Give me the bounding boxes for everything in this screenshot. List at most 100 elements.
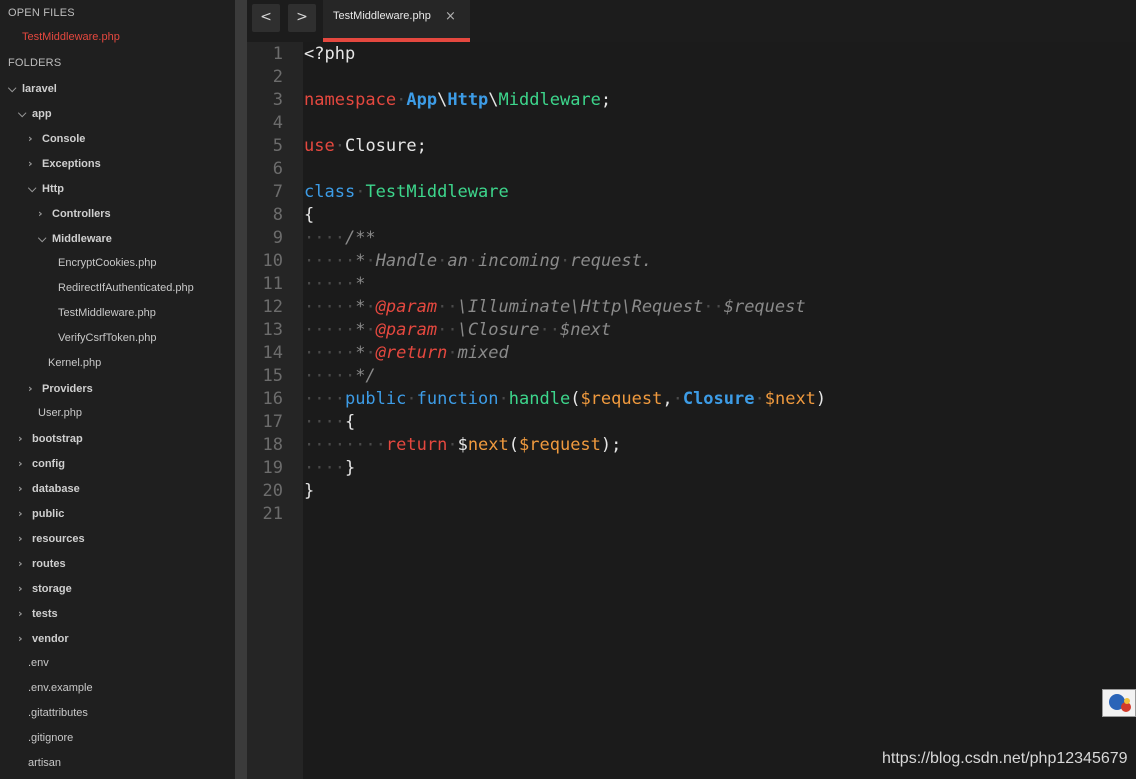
folders-heading: FOLDERS <box>8 57 62 69</box>
open-file-item[interactable]: TestMiddleware.php <box>22 25 120 50</box>
tree-item-label: .gitignore <box>28 732 74 744</box>
line-number: 6 <box>272 159 283 179</box>
folder-item-middleware[interactable]: ⌵ Middleware <box>38 226 112 251</box>
folder-item-http[interactable]: ⌵ Http <box>28 176 64 201</box>
code-line[interactable]: ·····*·Handle·an·incoming·request. <box>304 250 652 273</box>
code-token: <?php <box>304 44 356 64</box>
file-item-encryptcookies-php[interactable]: EncryptCookies.php <box>48 251 156 276</box>
file-item-redirectifauthenticated-php[interactable]: RedirectIfAuthenticated.php <box>48 276 194 301</box>
file-item-kernel-php[interactable]: Kernel.php <box>38 351 101 376</box>
folder-item-config[interactable]: › config <box>18 451 65 476</box>
folder-item-public[interactable]: › public <box>18 501 64 526</box>
code-token: · <box>334 136 345 156</box>
folder-item-tests[interactable]: › tests <box>18 601 58 626</box>
code-token: function <box>416 389 499 409</box>
back-button[interactable]: < <box>252 4 280 32</box>
code-token: · <box>406 389 417 409</box>
code-token: incoming <box>478 251 560 271</box>
code-token: \Closure <box>457 320 540 340</box>
folder-item-bootstrap[interactable]: › bootstrap <box>18 426 83 451</box>
code-line[interactable]: ····} <box>304 457 355 480</box>
code-line[interactable]: ····public·function·handle($request,·Clo… <box>304 388 826 411</box>
folder-item-resources[interactable]: › resources <box>18 526 85 551</box>
file-item-verifycsrftoken-php[interactable]: VerifyCsrfToken.php <box>48 326 156 351</box>
code-token: · <box>365 297 376 317</box>
chevron-right-icon: › <box>18 532 23 545</box>
code-token: Closure <box>682 389 755 409</box>
code-line[interactable]: ·····*·@param··\Closure··$next <box>304 319 611 342</box>
code-token: · <box>672 389 683 409</box>
chevron-right-icon: › <box>18 582 23 595</box>
folder-item-routes[interactable]: › routes <box>18 551 66 576</box>
folder-item-storage[interactable]: › storage <box>18 576 72 601</box>
file-item-user-php[interactable]: User.php <box>28 401 82 426</box>
tree-item-label: routes <box>32 558 66 570</box>
line-number: 11 <box>262 274 283 294</box>
watermark-url: https://blog.csdn.net/php12345679 <box>882 750 1128 767</box>
line-number: 13 <box>262 320 283 340</box>
code-line[interactable]: use·Closure; <box>304 135 427 158</box>
file-item-env-example[interactable]: .env.example <box>18 676 93 701</box>
chevron-right-icon: › <box>28 132 33 145</box>
code-token: handle <box>508 389 571 409</box>
code-line[interactable]: ·····*·@return·mixed <box>304 342 509 365</box>
code-token: request. <box>570 251 653 271</box>
file-item-gitattributes[interactable]: .gitattributes <box>18 701 88 726</box>
chevron-down-icon: ⌵ <box>28 182 37 195</box>
tab-label: TestMiddleware.php <box>333 10 431 22</box>
close-icon[interactable]: × <box>445 9 456 24</box>
folder-item-controllers[interactable]: › Controllers <box>38 201 111 226</box>
code-token: Handle <box>375 251 438 271</box>
code-line[interactable]: ····/** <box>304 227 376 250</box>
tab-testmiddleware[interactable]: TestMiddleware.php × <box>323 0 470 42</box>
forward-button[interactable]: > <box>288 4 316 32</box>
folder-item-database[interactable]: › database <box>18 476 80 501</box>
code-editor[interactable]: <?php namespace·App\Http\Middleware; use·C… <box>303 42 1136 779</box>
chevron-right-icon: › <box>18 457 23 470</box>
code-token: · <box>396 90 407 110</box>
folder-item-vendor[interactable]: › vendor <box>18 626 69 651</box>
code-token: mixed <box>457 343 509 363</box>
code-line[interactable]: <?php <box>304 43 355 66</box>
code-token: @return <box>375 343 448 363</box>
code-token: ; <box>600 90 612 110</box>
code-token: ( <box>570 389 581 409</box>
code-token: ·· <box>437 297 458 317</box>
line-number: 17 <box>262 412 283 432</box>
file-item-testmiddleware-php[interactable]: TestMiddleware.php <box>48 301 156 326</box>
code-line[interactable]: ·····*/ <box>304 365 376 388</box>
code-token: · <box>355 182 366 202</box>
code-token: $next <box>764 389 816 409</box>
line-number: 10 <box>262 251 283 271</box>
code-token: ); <box>600 435 622 455</box>
code-line[interactable]: ········return·$next($request); <box>304 434 621 457</box>
file-item-gitignore[interactable]: .gitignore <box>18 726 73 751</box>
code-line[interactable]: namespace·App\Http\Middleware; <box>304 89 611 112</box>
folder-item-app[interactable]: ⌵ app <box>18 101 52 126</box>
file-item-artisan[interactable]: artisan <box>18 751 61 776</box>
folder-item-console[interactable]: › Console <box>28 126 85 151</box>
app-logo-icon <box>1102 689 1136 717</box>
code-line[interactable]: class·TestMiddleware <box>304 181 509 204</box>
code-token: \ <box>488 90 499 110</box>
code-line[interactable]: { <box>304 204 314 227</box>
code-line[interactable]: ·····*·@param··\Illuminate\Http\Request·… <box>304 296 806 319</box>
tree-item-label: VerifyCsrfToken.php <box>58 332 157 344</box>
folder-item-laravel[interactable]: ⌵ laravel <box>8 76 57 101</box>
chevron-right-icon: › <box>18 507 23 520</box>
folder-item-exceptions[interactable]: › Exceptions <box>28 151 101 176</box>
line-number: 8 <box>272 205 283 225</box>
folder-item-providers[interactable]: › Providers <box>28 376 93 401</box>
code-token: ···· <box>304 458 345 478</box>
tree-item-label: RedirectIfAuthenticated.php <box>58 282 194 294</box>
file-item-env[interactable]: .env <box>18 651 49 676</box>
code-token: ····· <box>304 343 356 363</box>
code-token: · <box>447 343 458 363</box>
code-line[interactable]: } <box>304 480 314 503</box>
code-token: /** <box>344 228 376 248</box>
code-token: { <box>344 412 356 432</box>
code-token: ···· <box>304 389 345 409</box>
code-line[interactable]: ·····* <box>304 273 365 296</box>
code-token: $request <box>580 389 663 409</box>
code-line[interactable]: ····{ <box>304 411 355 434</box>
